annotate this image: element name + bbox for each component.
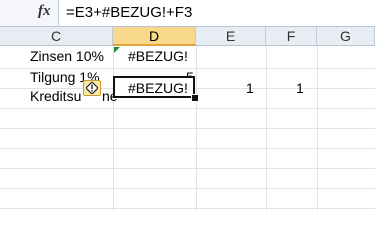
gridline <box>0 108 375 109</box>
column-header-c[interactable]: C <box>0 27 113 46</box>
green-triangle-icon <box>114 47 120 53</box>
cell-c-kredit-start[interactable]: Kreditsu <box>30 86 81 107</box>
cell-c-zinsen[interactable]: Zinsen 10% <box>30 46 104 67</box>
cell-d-kredit[interactable]: #BEZUG! <box>128 78 188 99</box>
gridline <box>0 148 375 149</box>
column-header-d[interactable]: D <box>113 27 196 46</box>
fill-handle[interactable] <box>191 94 199 102</box>
spreadsheet-grid[interactable]: C D E F G Zinsen 10% #BEZUG! Tilgung 1% … <box>0 27 375 211</box>
formula-bar: fx =E3+#BEZUG!+F3 <box>0 0 375 27</box>
gridline <box>0 188 375 189</box>
warning-diamond-icon[interactable] <box>83 80 101 96</box>
column-header-f[interactable]: F <box>266 27 317 46</box>
gridline <box>0 128 375 129</box>
gridline <box>0 208 375 209</box>
cell-e-kredit[interactable]: 1 <box>246 78 254 99</box>
cell-d-zinsen[interactable]: #BEZUG! <box>128 46 188 67</box>
gridline <box>0 168 375 169</box>
name-box-area[interactable]: fx <box>0 0 59 26</box>
fx-button[interactable]: fx <box>38 3 51 20</box>
cell-f-kredit[interactable]: 1 <box>296 78 304 99</box>
column-header-e[interactable]: E <box>196 27 266 46</box>
column-header-g[interactable]: G <box>317 27 375 46</box>
formula-input[interactable]: =E3+#BEZUG!+F3 <box>66 4 192 21</box>
